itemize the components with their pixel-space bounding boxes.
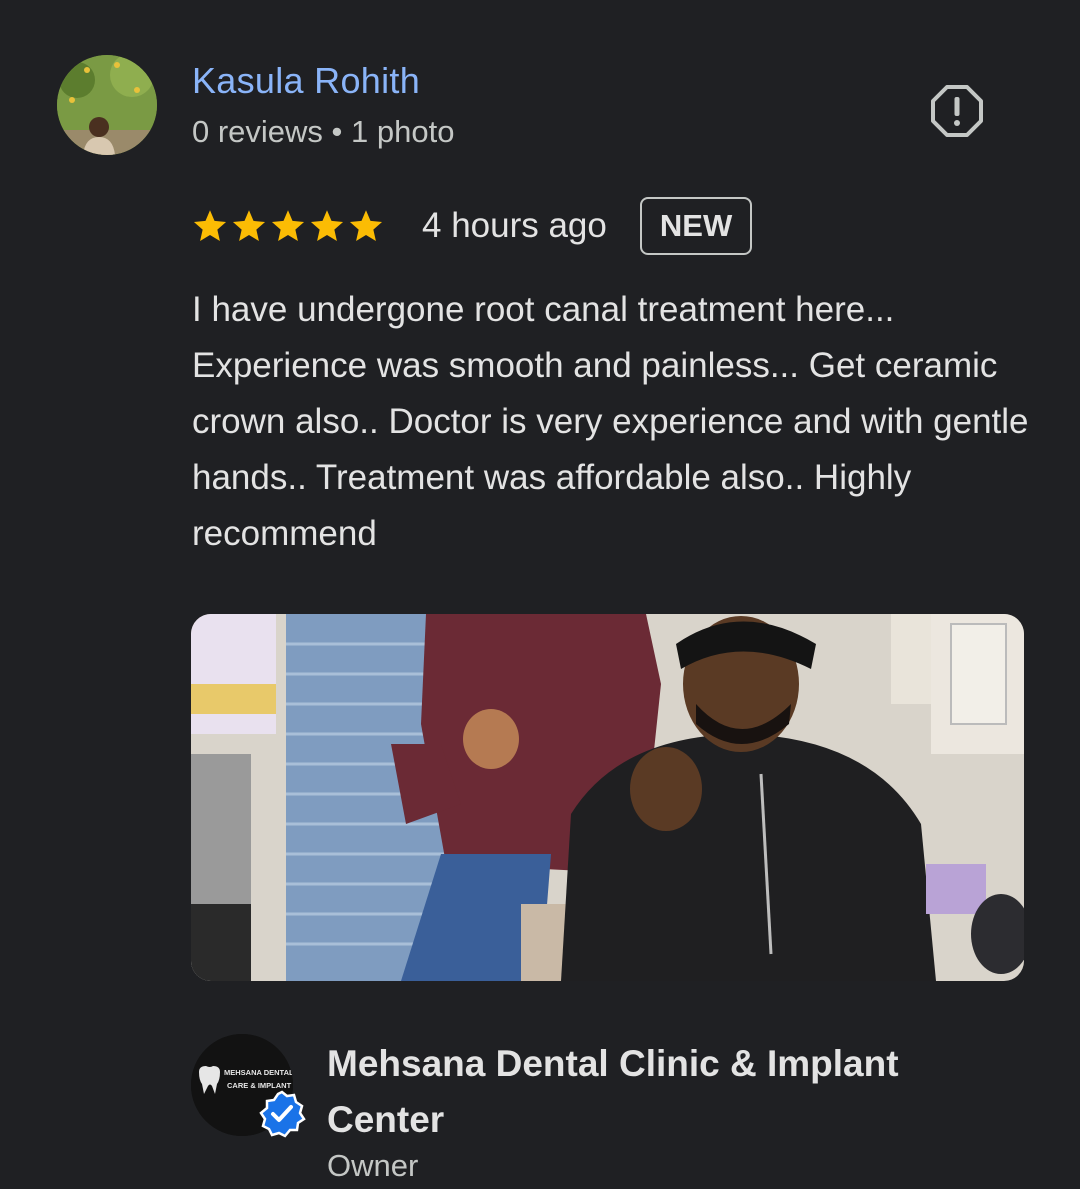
review-photo[interactable] xyxy=(191,614,1024,981)
star-icon xyxy=(232,210,266,241)
star-icon xyxy=(193,210,227,241)
report-button[interactable] xyxy=(930,84,984,138)
reviewer-meta: 0 reviews • 1 photo xyxy=(192,114,455,149)
star-icon xyxy=(310,210,344,241)
owner-name[interactable]: Mehsana Dental Clinic & Implant Center xyxy=(327,1036,1007,1148)
reviewer-name[interactable]: Kasula Rohith xyxy=(192,60,420,102)
star-rating xyxy=(192,208,384,244)
reviewer-avatar[interactable] xyxy=(57,55,157,155)
new-badge: NEW xyxy=(639,197,753,255)
verified-badge-icon xyxy=(258,1090,306,1138)
svg-text:CARE & IMPLANT: CARE & IMPLANT xyxy=(227,1081,292,1090)
star-icon xyxy=(271,210,305,241)
review-text: I have undergone root canal treatment he… xyxy=(192,290,1029,553)
rating-row: 4 hours ago NEW xyxy=(192,194,753,258)
report-flag-icon xyxy=(931,85,983,137)
svg-text:MEHSANA DENTAL: MEHSANA DENTAL xyxy=(224,1068,293,1077)
star-icon xyxy=(349,210,383,241)
review-time: 4 hours ago xyxy=(422,206,607,245)
owner-role: Owner xyxy=(327,1148,419,1183)
